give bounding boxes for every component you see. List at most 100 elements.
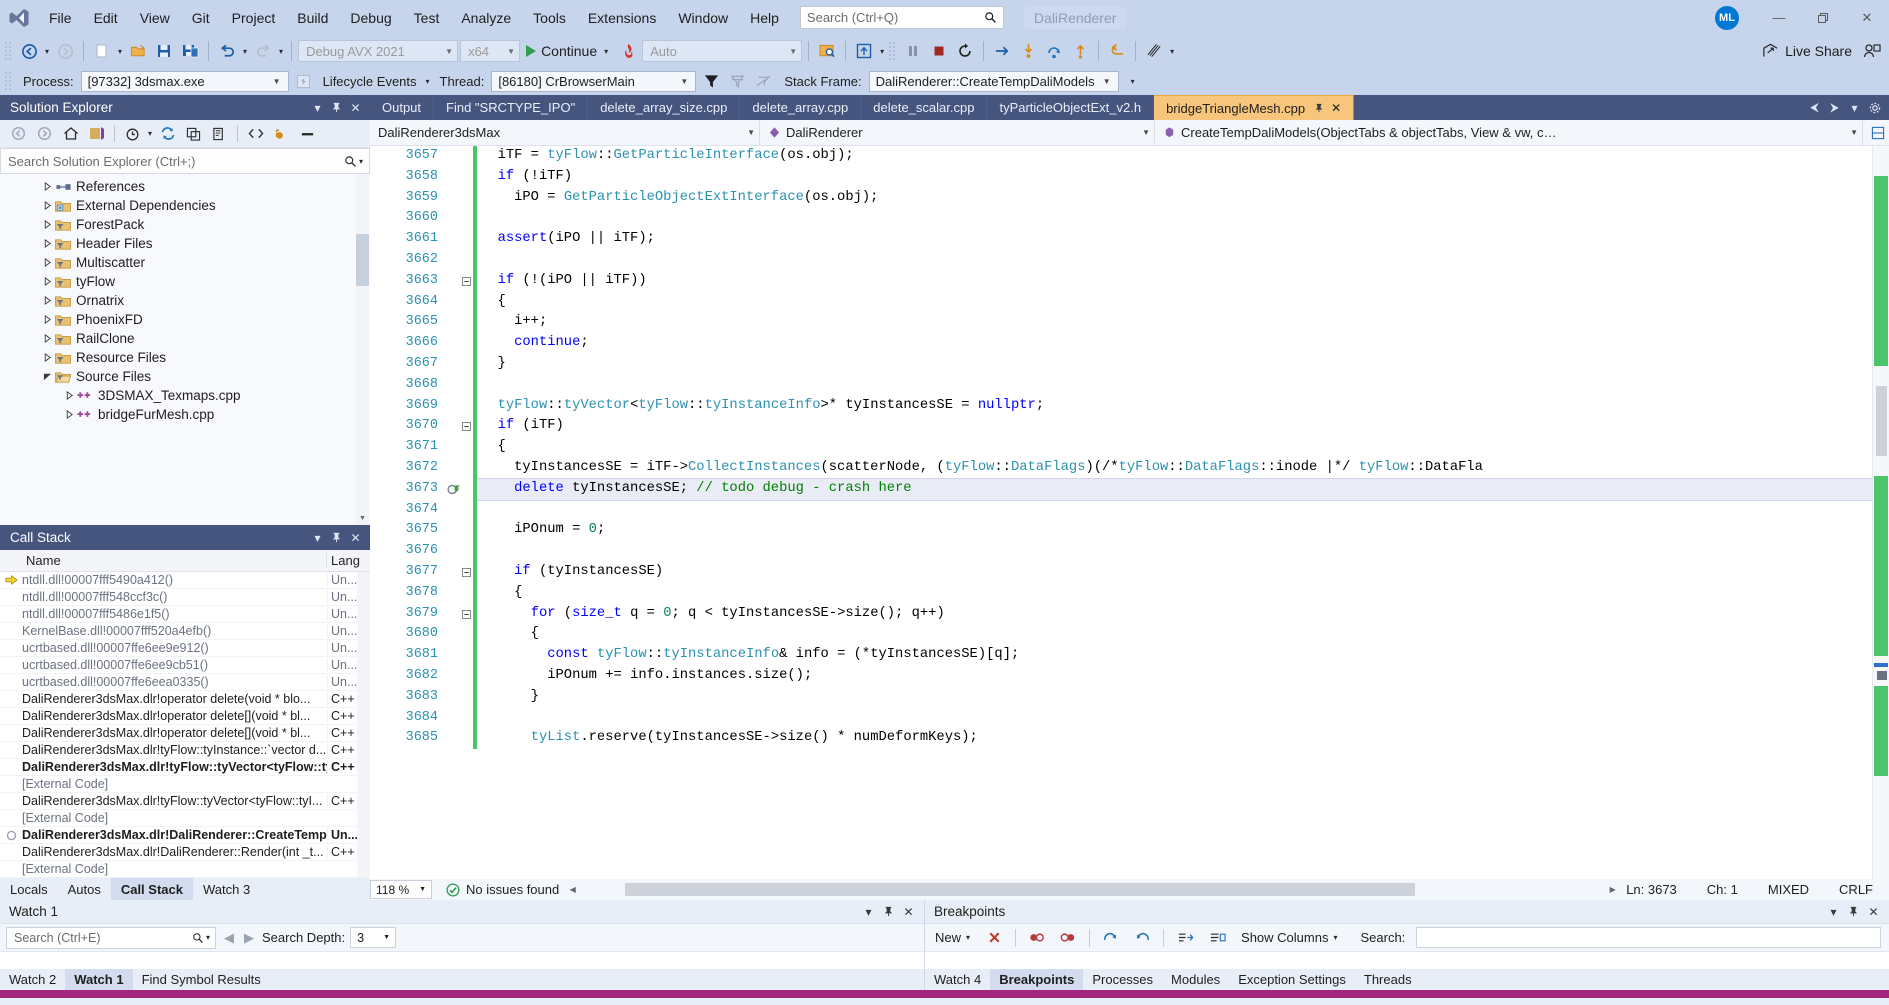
call-stack-col-name[interactable]: Name <box>0 553 327 568</box>
code-line[interactable]: } <box>477 354 1872 375</box>
code-line[interactable]: if (tyInstancesSE) <box>477 562 1872 583</box>
call-stack-row[interactable]: DaliRenderer3dsMax.dlr!operator delete[]… <box>0 708 370 725</box>
chevron-right-icon-tree[interactable] <box>40 277 54 286</box>
editor-vertical-scrollbar[interactable] <box>1872 146 1889 879</box>
open-file-icon[interactable] <box>126 39 150 63</box>
delete-all-breakpoints-icon[interactable] <box>983 927 1006 949</box>
document-tab[interactable]: delete_array.cpp <box>740 95 862 120</box>
menu-view[interactable]: View <box>129 0 181 35</box>
call-stack-col-lang[interactable]: Lang <box>327 553 370 568</box>
new-file-dropdown-icon[interactable]: ▾ <box>116 47 124 56</box>
glyph-margin-row[interactable] <box>445 500 473 521</box>
menu-file[interactable]: File <box>38 0 83 35</box>
close-icon-bp[interactable]: ✕ <box>1865 903 1882 920</box>
document-tab[interactable]: Output <box>370 95 435 120</box>
watch-dock-tab[interactable]: Find Symbol Results <box>133 969 270 990</box>
code-line[interactable]: tyList.reserve(tyInstancesSE->size() * n… <box>477 728 1872 749</box>
glyph-margin-row[interactable] <box>445 250 473 271</box>
watch-tab-strip[interactable]: Watch 2 Watch 1 Find Symbol Results <box>0 969 924 990</box>
toolbar-grip-2[interactable] <box>888 41 897 61</box>
tree-item[interactable]: Resource Files <box>0 348 370 367</box>
hscroll-thumb[interactable] <box>625 883 1416 896</box>
watch-variable-grid[interactable] <box>0 952 924 969</box>
hot-reload-icon[interactable] <box>616 39 640 63</box>
se-back-icon[interactable] <box>6 122 31 145</box>
pin-icon-cs[interactable] <box>328 529 345 546</box>
tree-item[interactable]: PhoenixFD <box>0 310 370 329</box>
close-icon-cs[interactable]: ✕ <box>347 529 364 546</box>
solution-platform-dropdown[interactable]: x64 ▼ <box>460 40 521 62</box>
search-icon-watch[interactable] <box>192 932 204 944</box>
live-share-button[interactable]: Live Share <box>1762 43 1858 59</box>
editor-horizontal-scrollbar[interactable]: ◀ ▶ <box>565 882 1620 897</box>
code-line[interactable]: const tyFlow::tyInstanceInfo& info = (*t… <box>477 645 1872 666</box>
call-stack-row[interactable]: ntdll.dll!00007fff548ccf3c() Un... <box>0 589 370 606</box>
search-icon-se[interactable] <box>344 155 357 168</box>
chevron-right-icon-tree[interactable] <box>40 315 54 324</box>
restart-icon[interactable] <box>953 39 977 63</box>
avatar[interactable]: ML <box>1715 5 1739 30</box>
glyph-margin-row[interactable] <box>445 188 473 209</box>
breakpoints-dock-tab[interactable]: Threads <box>1355 969 1421 990</box>
chevron-right-icon-tree[interactable] <box>40 258 54 267</box>
nav-project-dropdown[interactable]: DaliRenderer3dsMax ▼ <box>370 119 760 146</box>
undo-icon[interactable] <box>215 39 239 63</box>
menu-analyze[interactable]: Analyze <box>450 0 522 35</box>
breakpoints-dock-tab[interactable]: Exception Settings <box>1229 969 1355 990</box>
chevron-down-icon-tree[interactable] <box>40 372 54 381</box>
glyph-margin-row[interactable] <box>445 292 473 313</box>
continue-dropdown-icon[interactable]: ▾ <box>602 47 610 56</box>
call-stack-dock-tab[interactable]: Watch 3 <box>193 878 260 900</box>
call-stack-row[interactable]: [External Code] <box>0 776 370 793</box>
nav-split-view-icon[interactable] <box>1863 120 1889 146</box>
code-line[interactable] <box>477 208 1872 229</box>
code-editor[interactable]: 3657 3658 3659 3660 3661 3662 3663 3664 3665 3666… <box>370 146 1889 879</box>
pin-icon-se[interactable] <box>328 99 345 116</box>
breakpoints-dock-tab[interactable]: Processes <box>1083 969 1162 990</box>
redo-dropdown-icon[interactable]: ▾ <box>277 47 285 56</box>
lifecycle-dropdown-icon[interactable]: ▾ <box>424 77 432 86</box>
code-line[interactable] <box>477 708 1872 729</box>
breakpoint-glyph-margin[interactable] <box>445 146 473 879</box>
restore-button[interactable] <box>1801 0 1845 35</box>
code-line[interactable]: iPO = GetParticleObjectExtInterface(os.o… <box>477 188 1872 209</box>
se-pending-dropdown-icon[interactable]: ▾ <box>146 129 154 138</box>
document-tab[interactable]: Find "SRCTYPE_IPO" <box>434 95 589 120</box>
se-home-icon[interactable] <box>58 122 83 145</box>
redo-icon[interactable] <box>251 39 275 63</box>
step-into-icon[interactable] <box>1016 39 1040 63</box>
active-files-icon[interactable]: ▾ <box>1846 99 1863 116</box>
se-forward-icon[interactable] <box>32 122 57 145</box>
glyph-margin-row[interactable] <box>445 458 473 479</box>
call-stack-row[interactable]: ntdll.dll!00007fff5486e1f5() Un... <box>0 606 370 623</box>
close-icon-se[interactable]: ✕ <box>347 99 364 116</box>
watch-dock-tab[interactable]: Watch 1 <box>65 969 133 990</box>
breakpoints-list[interactable] <box>925 952 1889 969</box>
glyph-margin-row[interactable] <box>445 604 473 625</box>
se-properties-icon[interactable] <box>269 122 294 145</box>
glyph-margin-row[interactable] <box>445 520 473 541</box>
call-stack-rows[interactable]: ntdll.dll!00007fff5490a412() Un... ntdll.d… <box>0 572 370 878</box>
breakpoints-dock-tab[interactable]: Breakpoints <box>990 969 1084 990</box>
nav-class-dropdown[interactable]: DaliRenderer ▼ <box>760 119 1155 146</box>
chevron-down-icon-watch[interactable]: ▾ <box>860 903 877 920</box>
undo-dropdown-icon[interactable]: ▾ <box>241 47 249 56</box>
tree-item[interactable]: External Dependencies <box>0 196 370 215</box>
tree-item[interactable]: RailClone <box>0 329 370 348</box>
debug-target-dropdown[interactable]: Auto ▼ <box>642 40 803 62</box>
glyph-margin-row[interactable] <box>445 728 473 749</box>
close-icon-watch[interactable]: ✕ <box>900 903 917 920</box>
code-text-area[interactable]: iTF = tyFlow::GetParticleInterface(os.ob… <box>477 146 1872 879</box>
tree-item[interactable]: tyFlow <box>0 272 370 291</box>
glyph-margin-row[interactable] <box>445 375 473 396</box>
chevron-right-icon-tree[interactable] <box>40 334 54 343</box>
call-stack-row[interactable]: DaliRenderer3dsMax.dlr!tyFlow::tyVector<… <box>0 793 370 810</box>
call-stack-row[interactable]: KernelBase.dll!00007fff520a4efb() Un... <box>0 623 370 640</box>
import-breakpoints-icon[interactable] <box>1130 927 1154 949</box>
stack-frame-dropdown[interactable]: DaliRenderer::CreateTempDaliModels ▼ <box>868 70 1119 92</box>
glyph-margin-row[interactable] <box>445 333 473 354</box>
call-stack-dock-tab[interactable]: Call Stack <box>110 878 193 900</box>
breakpoints-tab-strip[interactable]: Watch 4 Breakpoints Processes Modules Except… <box>925 969 1889 990</box>
glyph-margin-row[interactable] <box>445 146 473 167</box>
breakpoints-dock-tab[interactable]: Modules <box>1162 969 1229 990</box>
